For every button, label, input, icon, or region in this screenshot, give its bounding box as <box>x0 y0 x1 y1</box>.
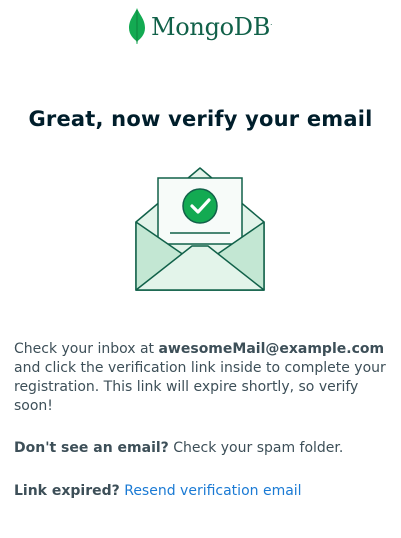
expired-note: Link expired? Resend verification email <box>14 482 394 501</box>
mongodb-logo: MongoDB. <box>0 8 401 44</box>
email-address: awesomeMail@example.com <box>158 341 385 357</box>
spam-question: Don't see an email? <box>14 440 169 456</box>
expired-question: Link expired? <box>14 483 120 499</box>
spam-note: Don't see an email? Check your spam fold… <box>14 440 344 456</box>
envelope-check-icon <box>135 167 265 291</box>
page-title: Great, now verify your email <box>28 107 373 131</box>
brand-name: MongoDB. <box>150 13 272 41</box>
instructions-text: Check your inbox at awesomeMail@example.… <box>14 341 386 414</box>
resend-verification-link[interactable]: Resend verification email <box>124 483 301 499</box>
mongodb-leaf-icon <box>128 8 145 44</box>
